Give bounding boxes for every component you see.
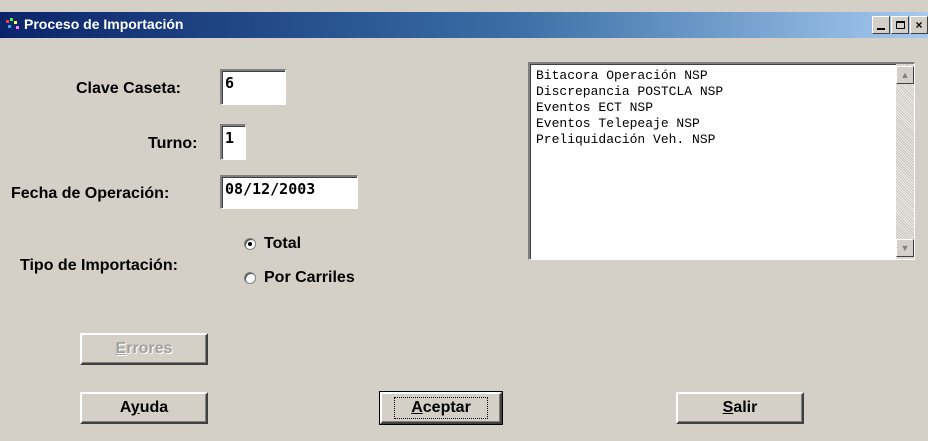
title-bar[interactable]: Proceso de Importación × <box>0 12 928 38</box>
list-item[interactable]: Preliquidación Veh. NSP <box>536 132 723 148</box>
minimize-button[interactable] <box>872 16 890 34</box>
minimize-icon <box>877 28 885 30</box>
window-title: Proceso de Importación <box>24 16 184 32</box>
radio-por-carriles-indicator[interactable] <box>244 272 256 284</box>
fecha-operacion-label: Fecha de Operación: <box>11 185 170 202</box>
salir-button-label: Salir <box>722 399 758 416</box>
radio-total-indicator[interactable] <box>244 238 256 250</box>
aceptar-button[interactable]: Aceptar <box>379 391 503 425</box>
errores-button[interactable]: Errores <box>80 333 208 365</box>
scroll-down-button[interactable]: ▼ <box>896 239 914 257</box>
clave-caseta-label: Clave Caseta: <box>76 80 181 97</box>
clave-caseta-input[interactable]: 6 <box>220 69 286 105</box>
radio-total[interactable]: Total <box>244 235 301 253</box>
aceptar-button-label: Aceptar <box>394 397 488 419</box>
radio-por-carriles[interactable]: Por Carriles <box>244 269 355 287</box>
list-item[interactable]: Eventos Telepeaje NSP <box>536 116 723 132</box>
scroll-up-button[interactable]: ▲ <box>896 66 914 84</box>
tables-listbox[interactable]: Bitacora Operación NSP Discrepancia POST… <box>528 62 915 260</box>
ayuda-button[interactable]: Ayuda <box>80 392 208 424</box>
radio-por-carriles-label: Por Carriles <box>264 269 355 286</box>
ayuda-button-label: Ayuda <box>119 399 169 416</box>
turno-label: Turno: <box>148 135 198 152</box>
maximize-icon <box>895 21 905 29</box>
list-item[interactable]: Bitacora Operación NSP <box>536 68 723 84</box>
scroll-up-arrow-icon: ▲ <box>900 70 910 80</box>
close-button[interactable]: × <box>910 16 928 34</box>
turno-input[interactable]: 1 <box>220 124 246 160</box>
list-item[interactable]: Discrepancia POSTCLA NSP <box>536 84 723 100</box>
tipo-importacion-label: Tipo de Importación: <box>20 257 178 274</box>
radio-total-label: Total <box>264 235 302 252</box>
fecha-operacion-input[interactable]: 08/12/2003 <box>220 175 358 209</box>
maximize-button[interactable] <box>891 16 909 34</box>
list-item[interactable]: Eventos ECT NSP <box>536 100 723 116</box>
salir-button[interactable]: Salir <box>676 392 804 424</box>
errores-button-label: Errores <box>115 340 173 357</box>
vertical-scrollbar[interactable]: ▲ ▼ <box>896 64 914 259</box>
close-icon: × <box>915 18 923 32</box>
import-dialog: Proceso de Importación × Clave Caseta: 6… <box>0 0 928 441</box>
app-icon <box>6 18 19 29</box>
scroll-down-arrow-icon: ▼ <box>900 243 910 253</box>
